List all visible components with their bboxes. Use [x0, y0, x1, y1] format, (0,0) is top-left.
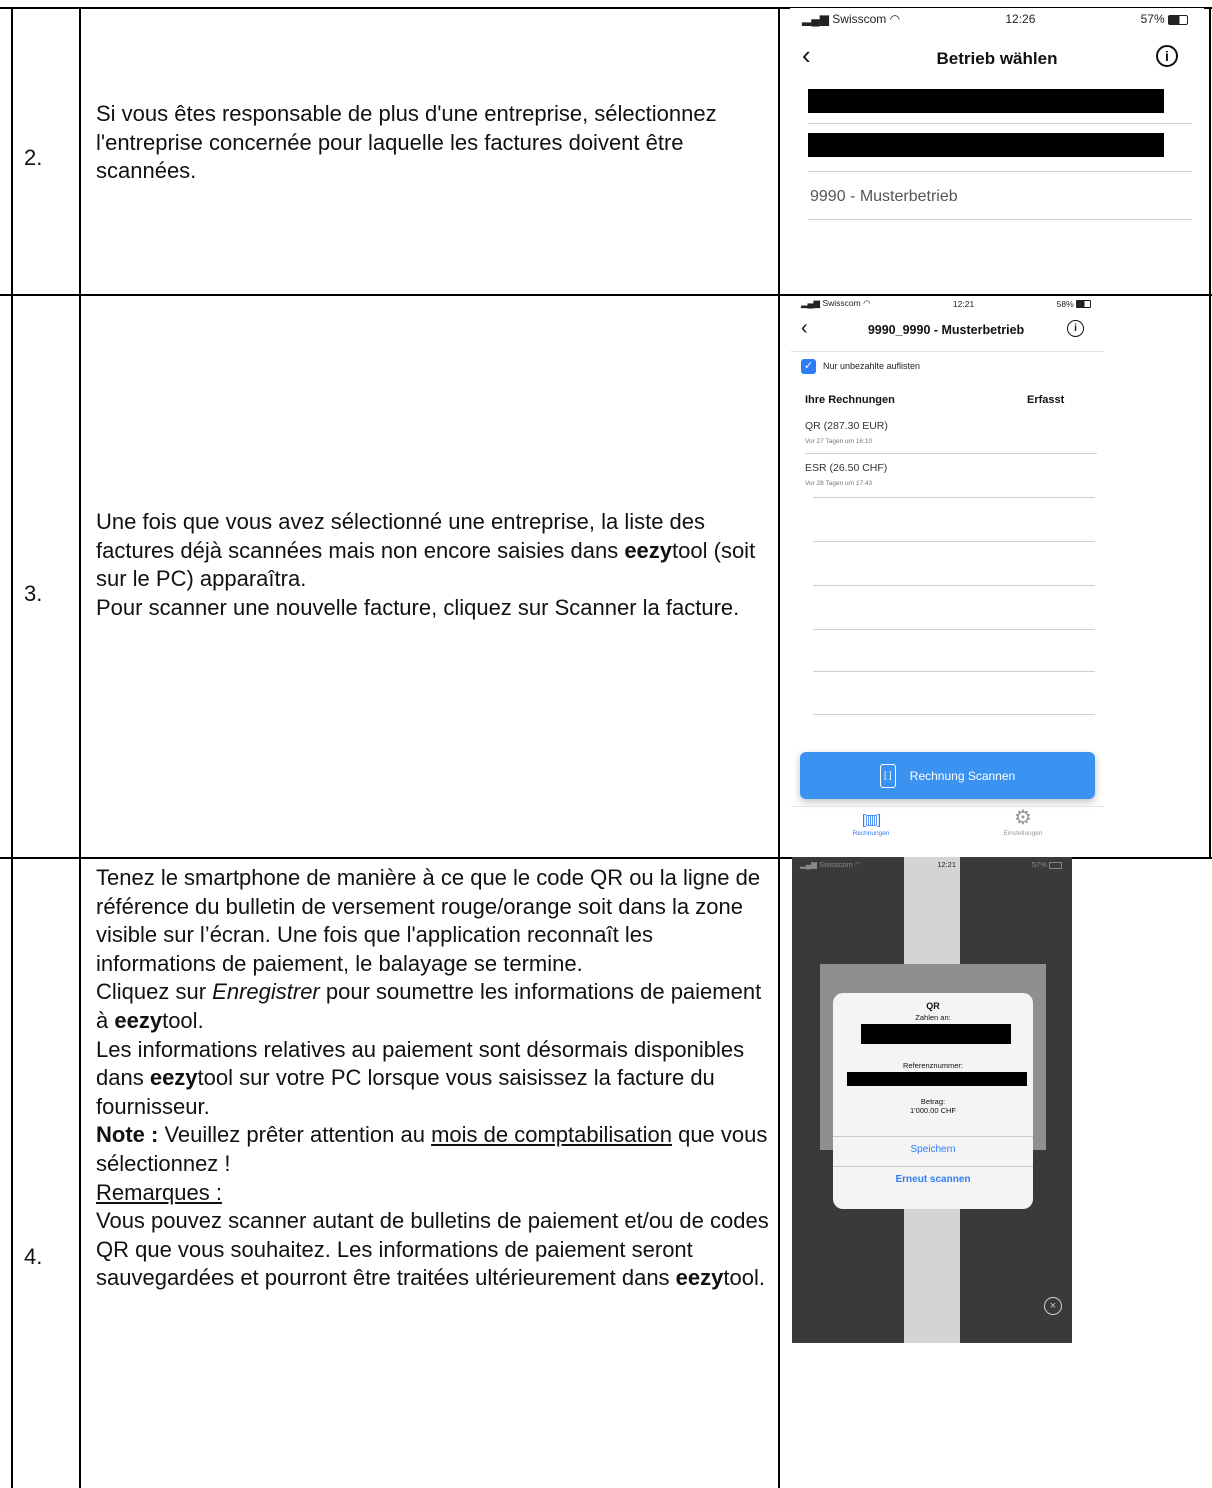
amount-label: Betrag: — [920, 1097, 946, 1106]
col-divider-1 — [79, 7, 81, 1488]
invoice-timestamp: Vor 28 Tagen um 17:43 — [805, 480, 873, 487]
redacted-reference — [847, 1072, 1027, 1086]
list-separator — [813, 629, 1095, 630]
table-border-right — [1209, 7, 1211, 858]
signal-icon: ▂▄▆ — [802, 12, 833, 26]
status-bar: ▂▄▆ Swisscom ◠ 12:21 58% — [801, 298, 1091, 309]
step-description: Tenez le smartphone de manière à ce que … — [96, 864, 776, 1293]
dialog-title: QR — [926, 1001, 940, 1011]
redacted-payee — [861, 1024, 1011, 1044]
info-icon[interactable]: i — [1156, 45, 1178, 67]
phone-screenshot-scan-result: ▂▄▆ Swisscom ◠ 12:21 57% QR Zahlen an: R… — [792, 857, 1072, 1343]
step-number: 3. — [24, 581, 43, 606]
dialog-separator — [833, 1136, 1033, 1137]
invoice-name[interactable]: QR (287.30 EUR) — [805, 420, 888, 432]
carrier-label: ▂▄▆ Swisscom ◠ — [801, 298, 871, 308]
pay-to-label: Zahlen an: — [915, 1013, 951, 1022]
paragraph-available: Les informations relatives au paiement s… — [96, 1036, 745, 1119]
col-divider-2 — [778, 7, 780, 1488]
filter-checkbox-label: Nur unbezahlte auflisten — [823, 361, 921, 371]
close-icon[interactable]: × — [1044, 1297, 1062, 1315]
list-separator — [808, 123, 1192, 124]
tab-settings[interactable]: ⚙ Einstellungen — [983, 808, 1063, 837]
list-separator — [813, 585, 1095, 586]
tab-invoices-label: Rechnungen — [852, 830, 890, 837]
clock: 12:26 — [1005, 12, 1036, 26]
scan-invoice-button[interactable]: [ ] Rechnung Scannen — [800, 752, 1095, 799]
paragraph-note: Note : Veuillez prêter attention au mois… — [96, 1122, 768, 1176]
barcode-icon: [▥] — [861, 811, 881, 827]
rescan-button[interactable]: Erneut scannen — [833, 1174, 1033, 1185]
scan-invoice-label: Rechnung Scannen — [909, 768, 1016, 783]
battery-label: 57% — [1141, 12, 1188, 26]
status-bar: ▂▄▆ Swisscom ◠ 12:21 57% — [800, 860, 1062, 869]
redacted-company-2[interactable] — [808, 133, 1164, 157]
list-separator — [808, 219, 1192, 220]
company-item[interactable]: 9990 - Musterbetrieb — [810, 188, 958, 206]
tab-settings-label: Einstellungen — [1003, 830, 1043, 837]
amount-value: 1'000.00 CHF — [909, 1106, 957, 1115]
step-number: 4. — [24, 1244, 43, 1269]
list-separator — [813, 671, 1095, 672]
step-description: Si vous êtes responsable de plus d'une e… — [96, 101, 717, 184]
brand-eezy: eezy — [624, 537, 673, 563]
brand-eezy: eezy — [675, 1265, 724, 1291]
nav-title: Betrieb wählen — [936, 49, 1058, 68]
step-description: Une fois que vous avez sélectionné une e… — [96, 509, 756, 620]
save-button[interactable]: Speichern — [833, 1144, 1033, 1155]
brand-eezy: eezy — [114, 1007, 163, 1033]
redacted-company-1[interactable] — [808, 89, 1164, 113]
dialog-separator — [833, 1166, 1033, 1167]
clock: 12:21 — [952, 298, 975, 309]
wifi-icon: ◠ — [889, 12, 901, 26]
list-separator — [813, 497, 1095, 498]
nav-title: 9990_9990 - Musterbetrieb — [867, 323, 1025, 337]
brand-eezy: eezy — [149, 1065, 198, 1091]
battery-label: 58% — [1057, 299, 1091, 309]
invoice-name[interactable]: ESR (26.50 CHF) — [805, 462, 887, 474]
column-header-recorded: Erfasst — [1027, 394, 1065, 406]
battery-label: 57% — [1032, 860, 1062, 869]
tabbar-separator — [791, 806, 1104, 807]
invoice-timestamp: Vor 27 Tagen um 16:10 — [805, 438, 873, 445]
list-separator — [805, 453, 1097, 454]
paragraph-scan: Tenez le smartphone de manière à ce que … — [96, 865, 761, 976]
column-header-invoices: Ihre Rechnungen — [805, 394, 895, 406]
battery-icon — [1048, 861, 1062, 869]
gear-icon: ⚙ — [1014, 807, 1032, 829]
back-chevron-icon[interactable]: ‹ — [801, 318, 808, 338]
clock: 12:21 — [937, 860, 956, 869]
status-bar: ▂▄▆ Swisscom ◠ 12:26 57% — [802, 12, 1188, 26]
phone-screenshot-select-company: ▂▄▆ Swisscom ◠ 12:26 57% ‹ Betrieb wähle… — [790, 8, 1204, 288]
list-separator — [808, 171, 1192, 172]
tab-invoices[interactable]: [▥] Rechnungen — [831, 810, 911, 837]
phone-screenshot-invoice-list: ▂▄▆ Swisscom ◠ 12:21 58% ‹ 9990_9990 - M… — [791, 296, 1104, 850]
list-separator — [813, 714, 1095, 715]
nav-separator — [791, 351, 1104, 352]
table-border-left — [11, 7, 13, 1488]
reference-label: Referenznummer: — [902, 1061, 964, 1070]
scan-result-dialog: QR Zahlen an: Referenznummer: Betrag: 1'… — [833, 993, 1033, 1209]
paragraph-remarks: Vous pouvez scanner autant de bulletins … — [96, 1208, 769, 1291]
info-icon[interactable]: i — [1067, 320, 1084, 337]
carrier-label: ▂▄▆ Swisscom ◠ — [800, 860, 862, 869]
battery-icon — [1167, 14, 1188, 25]
filter-checkbox[interactable]: ✓ — [801, 359, 816, 374]
carrier-label: ▂▄▆ Swisscom ◠ — [802, 12, 901, 26]
paragraph-save: Cliquez sur Enregistrer pour soumettre l… — [96, 979, 762, 1033]
step-number: 2. — [24, 145, 43, 170]
battery-icon — [1076, 300, 1091, 309]
list-separator — [813, 541, 1095, 542]
paragraph-remarks-heading: Remarques : — [96, 1179, 222, 1205]
phone-scan-icon: [ ] — [879, 763, 896, 788]
